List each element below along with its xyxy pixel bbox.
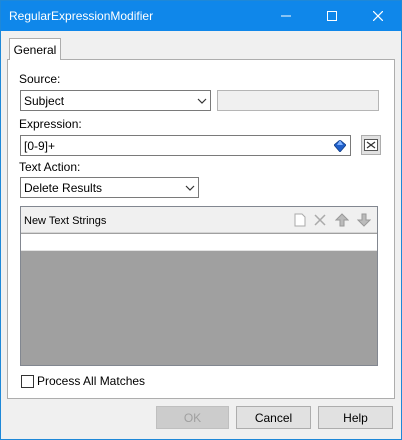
- minimize-icon: [281, 15, 291, 17]
- chevron-down-icon[interactable]: [181, 178, 198, 197]
- expression-value: [0-9]+: [24, 139, 56, 153]
- new-icon[interactable]: [291, 211, 309, 229]
- list-header-label: New Text Strings: [24, 215, 107, 227]
- help-button-label: Help: [343, 411, 368, 425]
- text-action-value: Delete Results: [24, 181, 103, 195]
- ok-button-label: OK: [183, 411, 202, 425]
- dialog-window: RegularExpressionModifier General Source…: [0, 0, 402, 440]
- ok-button[interactable]: OK: [156, 406, 229, 429]
- chevron-down-icon[interactable]: [193, 91, 210, 110]
- source-value: Subject: [24, 94, 65, 108]
- expression-input[interactable]: [0-9]+: [20, 135, 351, 156]
- move-up-icon[interactable]: [333, 211, 351, 229]
- close-icon: [373, 11, 383, 21]
- process-all-matches[interactable]: Process All Matches: [21, 374, 145, 388]
- close-button[interactable]: [355, 1, 401, 31]
- list-item[interactable]: [21, 234, 377, 251]
- delete-icon[interactable]: [311, 211, 329, 229]
- regex-editor-icon: [364, 139, 378, 151]
- source-combo[interactable]: Subject: [20, 90, 211, 111]
- title-bar[interactable]: RegularExpressionModifier: [1, 1, 401, 31]
- list-header: New Text Strings: [21, 207, 377, 233]
- window-title: RegularExpressionModifier: [9, 9, 154, 23]
- minimize-button[interactable]: [263, 1, 309, 31]
- expression-editor-button[interactable]: [361, 135, 381, 155]
- tab-general-label: General: [13, 43, 57, 57]
- maximize-button[interactable]: [309, 1, 355, 31]
- process-all-checkbox[interactable]: [21, 374, 34, 388]
- general-panel: Source: Subject Expression: [0-9]+ Text …: [7, 59, 395, 399]
- cancel-button[interactable]: Cancel: [236, 406, 311, 429]
- source-extra-field: [217, 90, 379, 111]
- maximize-icon: [327, 11, 337, 21]
- help-button[interactable]: Help: [318, 406, 393, 429]
- source-label: Source:: [19, 72, 61, 86]
- expression-label: Expression:: [19, 117, 82, 131]
- text-action-combo[interactable]: Delete Results: [20, 177, 199, 198]
- tab-general[interactable]: General: [9, 38, 61, 60]
- cancel-button-label: Cancel: [254, 411, 293, 425]
- text-action-label: Text Action:: [19, 160, 81, 174]
- new-text-strings-list[interactable]: New Text Strings: [20, 206, 378, 366]
- process-all-label: Process All Matches: [37, 374, 146, 388]
- move-down-icon[interactable]: [355, 211, 373, 229]
- expression-gem-icon[interactable]: [332, 138, 348, 154]
